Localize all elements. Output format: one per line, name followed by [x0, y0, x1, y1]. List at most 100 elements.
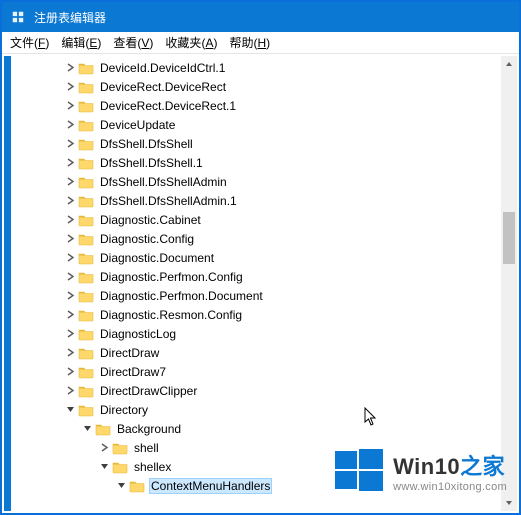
folder-icon [78, 403, 94, 417]
folder-icon [78, 289, 94, 303]
tree-item[interactable]: DiagnosticLog [11, 324, 501, 343]
tree-item[interactable]: DeviceRect.DeviceRect.1 [11, 96, 501, 115]
expand-icon[interactable] [62, 212, 78, 228]
tree-item[interactable]: Diagnostic.Cabinet [11, 210, 501, 229]
expand-icon[interactable] [96, 440, 112, 456]
folder-icon [78, 251, 94, 265]
tree-item[interactable]: DeviceUpdate [11, 115, 501, 134]
tree-item[interactable]: DfsShell.DfsShell [11, 134, 501, 153]
expand-icon[interactable] [62, 345, 78, 361]
menu-view[interactable]: 查看(V) [113, 34, 153, 51]
watermark-url: www.win10xitong.com [393, 481, 507, 493]
tree-item[interactable]: Diagnostic.Resmon.Config [11, 305, 501, 324]
app-icon [10, 9, 26, 25]
tree-item[interactable]: DeviceRect.DeviceRect [11, 77, 501, 96]
tree-item[interactable]: Background [11, 419, 501, 438]
collapse-icon[interactable] [79, 421, 95, 437]
menu-favorites[interactable]: 收藏夹(A) [165, 34, 217, 51]
menu-file[interactable]: 文件(F) [10, 34, 49, 51]
expand-icon[interactable] [62, 136, 78, 152]
tree-item-label: DfsShell.DfsShellAdmin [98, 174, 229, 190]
folder-icon [78, 194, 94, 208]
tree-item-label: Background [115, 421, 183, 437]
collapse-icon[interactable] [62, 402, 78, 418]
window-frame: 注册表编辑器 文件(F) 编辑(E) 查看(V) 收藏夹(A) 帮助(H) De… [0, 0, 521, 515]
expand-icon[interactable] [62, 60, 78, 76]
scroll-up-icon[interactable] [501, 56, 517, 72]
collapse-icon[interactable] [113, 478, 129, 494]
tree-item-label: Diagnostic.Resmon.Config [98, 307, 244, 323]
menubar: 文件(F) 编辑(E) 查看(V) 收藏夹(A) 帮助(H) [2, 32, 519, 54]
expand-icon[interactable] [62, 155, 78, 171]
folder-icon [78, 270, 94, 284]
window-title: 注册表编辑器 [34, 9, 106, 26]
tree-item[interactable]: DirectDrawClipper [11, 381, 501, 400]
tree-item[interactable]: DirectDraw7 [11, 362, 501, 381]
tree-item[interactable]: DfsShell.DfsShell.1 [11, 153, 501, 172]
tree-item-label: Directory [98, 402, 150, 418]
tree-item-label: DfsShell.DfsShell [98, 136, 195, 152]
folder-icon [78, 308, 94, 322]
tree-item[interactable]: Directory [11, 400, 501, 419]
folder-icon [78, 327, 94, 341]
expand-icon[interactable] [62, 231, 78, 247]
expand-icon[interactable] [62, 193, 78, 209]
tree-item-label: Diagnostic.Perfmon.Document [98, 288, 265, 304]
tree-item[interactable]: Diagnostic.Perfmon.Document [11, 286, 501, 305]
expand-icon[interactable] [62, 174, 78, 190]
folder-icon [78, 175, 94, 189]
folder-icon [78, 384, 94, 398]
expand-icon[interactable] [62, 364, 78, 380]
tree-item[interactable]: DirectDraw [11, 343, 501, 362]
scroll-down-icon[interactable] [501, 495, 517, 511]
folder-icon [78, 156, 94, 170]
tree-item-label: DirectDrawClipper [98, 383, 199, 399]
folder-icon [95, 422, 111, 436]
folder-icon [78, 232, 94, 246]
expand-icon[interactable] [62, 383, 78, 399]
registry-tree[interactable]: DeviceId.DeviceIdCtrl.1DeviceRect.Device… [11, 58, 501, 495]
tree-item-label: DirectDraw [98, 345, 161, 361]
tree-item-label: Diagnostic.Document [98, 250, 216, 266]
titlebar[interactable]: 注册表编辑器 [2, 2, 519, 32]
expand-icon[interactable] [62, 117, 78, 133]
watermark-title: Win10之家 [393, 449, 507, 481]
tree-item-label: shell [132, 440, 161, 456]
tree-item[interactable]: Diagnostic.Document [11, 248, 501, 267]
tree-item-label: Diagnostic.Config [98, 231, 196, 247]
tree-item[interactable]: Diagnostic.Perfmon.Config [11, 267, 501, 286]
tree-item-label: DeviceId.DeviceIdCtrl.1 [98, 60, 227, 76]
tree-item-label: shellex [132, 459, 173, 475]
collapse-icon[interactable] [96, 459, 112, 475]
expand-icon[interactable] [62, 79, 78, 95]
tree-item[interactable]: DeviceId.DeviceIdCtrl.1 [11, 58, 501, 77]
folder-icon [78, 346, 94, 360]
menu-edit[interactable]: 编辑(E) [61, 34, 101, 51]
tree-item-label: DfsShell.DfsShell.1 [98, 155, 205, 171]
expand-icon[interactable] [62, 250, 78, 266]
menu-help[interactable]: 帮助(H) [229, 34, 270, 51]
client-area: DeviceId.DeviceIdCtrl.1DeviceRect.Device… [4, 56, 517, 511]
folder-icon [129, 479, 145, 493]
expand-icon[interactable] [62, 269, 78, 285]
folder-icon [112, 441, 128, 455]
tree-item[interactable]: Diagnostic.Config [11, 229, 501, 248]
folder-icon [78, 61, 94, 75]
expand-icon[interactable] [62, 326, 78, 342]
watermark: Win10之家 www.win10xitong.com [335, 447, 507, 495]
tree-item[interactable]: DfsShell.DfsShellAdmin [11, 172, 501, 191]
scroll-thumb[interactable] [503, 212, 515, 264]
tree-item-label: DeviceUpdate [98, 117, 177, 133]
expand-icon[interactable] [62, 288, 78, 304]
tree-item[interactable]: DfsShell.DfsShellAdmin.1 [11, 191, 501, 210]
folder-icon [78, 365, 94, 379]
expand-icon[interactable] [62, 307, 78, 323]
folder-icon [78, 118, 94, 132]
scrollbar-vertical[interactable] [501, 56, 517, 511]
tree-item-label: Diagnostic.Perfmon.Config [98, 269, 245, 285]
folder-icon [78, 137, 94, 151]
tree-item-label: DfsShell.DfsShellAdmin.1 [98, 193, 239, 209]
expand-icon[interactable] [62, 98, 78, 114]
tree-pane: DeviceId.DeviceIdCtrl.1DeviceRect.Device… [11, 56, 517, 511]
tree-item-label: DiagnosticLog [98, 326, 178, 342]
